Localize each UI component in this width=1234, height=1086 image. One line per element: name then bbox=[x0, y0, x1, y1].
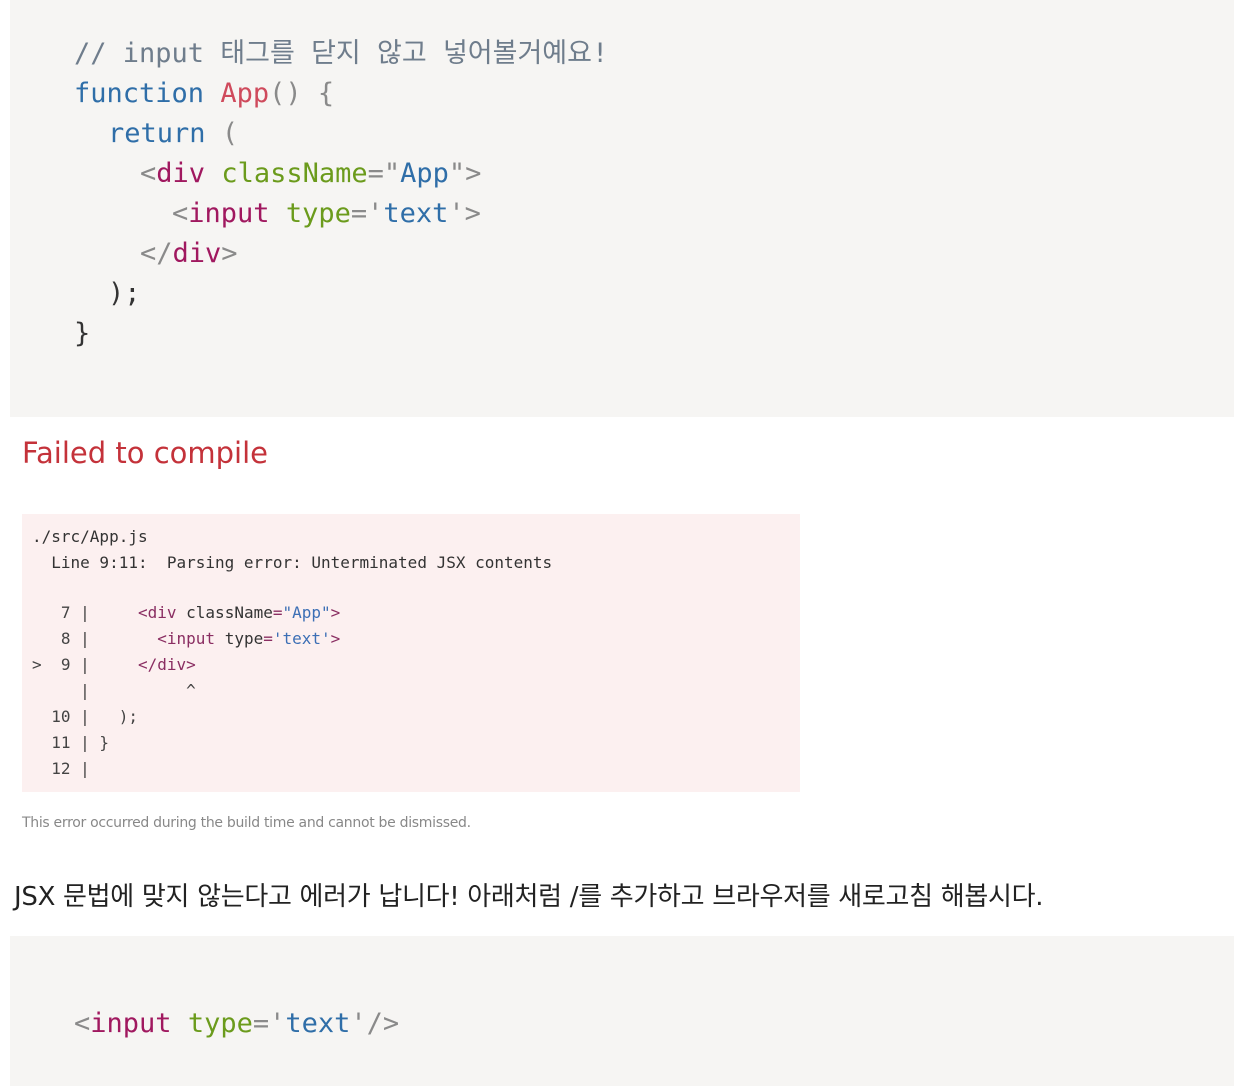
attr-value: "App" bbox=[282, 603, 331, 622]
tag-close: "> bbox=[448, 158, 482, 189]
return-close: ); bbox=[108, 278, 141, 309]
code-function-close-line: } bbox=[74, 314, 90, 354]
attr-eq: = bbox=[263, 629, 273, 648]
attr-name: className bbox=[221, 158, 368, 189]
error-code-line-12: 12 | bbox=[32, 756, 90, 782]
error-file-path: ./src/App.js bbox=[32, 527, 148, 546]
tag-bracket: < bbox=[172, 198, 189, 229]
attr-name: type bbox=[187, 1008, 253, 1039]
tag-name: div bbox=[147, 603, 177, 622]
return-paren: ( bbox=[221, 118, 239, 149]
keyword-return: return bbox=[108, 118, 206, 149]
attr-eq: =' bbox=[350, 198, 384, 229]
tag-bracket: < bbox=[157, 629, 167, 648]
build-time-note: This error occurred during the build tim… bbox=[22, 815, 471, 831]
tag-close: '> bbox=[448, 198, 481, 229]
tag-bracket: < bbox=[137, 603, 148, 622]
tag-bracket: </ bbox=[140, 238, 173, 269]
tag-close: > bbox=[330, 629, 341, 648]
tag-name: input bbox=[166, 629, 216, 648]
tag-name: div bbox=[172, 238, 222, 269]
function-close: } bbox=[74, 318, 91, 349]
attr-value: text bbox=[285, 1008, 351, 1039]
code-comment: // input 태그를 닫지 않고 넣어볼거예요! bbox=[74, 38, 609, 69]
tag-bracket: < bbox=[74, 1008, 91, 1039]
code-input-fixed-line: <input type='text'/> bbox=[74, 1004, 399, 1044]
code-input-line: <input type='text'> bbox=[172, 194, 481, 234]
line-prefix: 11 | } bbox=[32, 733, 110, 752]
tag-name: div bbox=[156, 158, 206, 189]
line-prefix: 7 | bbox=[32, 603, 138, 622]
line-prefix: 12 | bbox=[32, 759, 90, 778]
function-name: App bbox=[220, 78, 270, 109]
code-return-line: return ( bbox=[108, 114, 238, 154]
tag-name: div bbox=[157, 655, 187, 674]
tag-bracket: </ bbox=[137, 655, 158, 674]
line-prefix: > 9 | bbox=[32, 655, 138, 674]
attr-eq: = bbox=[272, 603, 283, 622]
error-message: Line 9:11: Parsing error: Unterminated J… bbox=[32, 553, 553, 572]
caret-marker: | ^ bbox=[32, 681, 196, 700]
code-return-close-line: ); bbox=[108, 274, 141, 314]
function-parens: () { bbox=[269, 78, 335, 109]
attr-eq: =' bbox=[252, 1008, 286, 1039]
attr-value: text bbox=[383, 198, 449, 229]
error-code-line-11: 11 | } bbox=[32, 730, 109, 756]
code-block-fixed: <input type='text'/> bbox=[10, 936, 1234, 1086]
tag-name: input bbox=[90, 1008, 172, 1039]
code-comment-line: // input 태그를 닫지 않고 넣어볼거예요! bbox=[74, 34, 608, 74]
tag-self-close: '/> bbox=[350, 1008, 400, 1039]
attr-name: className bbox=[186, 603, 273, 622]
attr-name: type bbox=[285, 198, 351, 229]
explanation-paragraph: JSX 문법에 맞지 않는다고 에러가 납니다! 아래처럼 /를 추가하고 브라… bbox=[14, 882, 1044, 912]
tag-bracket: < bbox=[140, 158, 157, 189]
error-panel: ./src/App.js Line 9:11: Parsing error: U… bbox=[22, 514, 800, 792]
tag-close: > bbox=[186, 655, 196, 674]
code-div-open-line: <div className="App"> bbox=[140, 154, 481, 194]
error-code-line-8: 8 | <input type='text'> bbox=[32, 626, 340, 652]
line-prefix: 8 | bbox=[32, 629, 158, 648]
code-block-original: // input 태그를 닫지 않고 넣어볼거예요! function App(… bbox=[10, 0, 1234, 417]
code-div-close-line: </div> bbox=[140, 234, 238, 274]
code-function-line: function App() { bbox=[74, 74, 334, 114]
error-code-line-9: > 9 | </div> bbox=[32, 652, 196, 678]
attr-eq: =" bbox=[367, 158, 401, 189]
attr-value: 'text' bbox=[272, 629, 331, 648]
tag-close: > bbox=[221, 238, 238, 269]
error-code-line-10: 10 | ); bbox=[32, 704, 138, 730]
error-title: Failed to compile bbox=[22, 436, 269, 470]
attr-name: type bbox=[224, 629, 264, 648]
keyword-function: function bbox=[74, 78, 205, 109]
error-caret-line: | ^ bbox=[32, 678, 196, 704]
attr-value: App bbox=[400, 158, 449, 189]
tag-name: input bbox=[188, 198, 270, 229]
line-prefix: 10 | ); bbox=[32, 707, 138, 726]
tag-close: > bbox=[330, 603, 341, 622]
error-code-line-7: 7 | <div className="App"> bbox=[32, 600, 340, 626]
